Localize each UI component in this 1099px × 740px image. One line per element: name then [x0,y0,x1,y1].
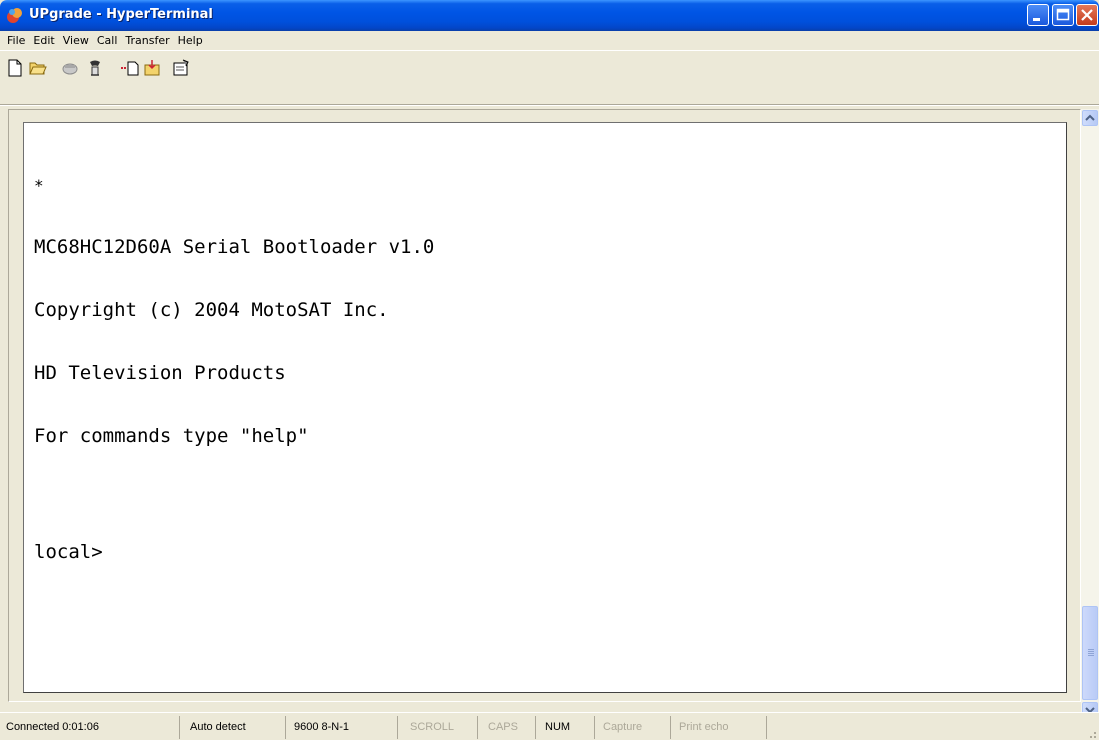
receive-icon[interactable] [143,59,161,77]
status-detect: Auto detect [186,716,286,739]
terminal-line: For commands type "help" [34,425,309,447]
close-button[interactable] [1076,4,1098,26]
terminal-prompt: local> [34,541,103,563]
terminal-line: MC68HC12D60A Serial Bootloader v1.0 [34,236,435,258]
toolbar [0,50,1099,106]
terminal-line: * [34,176,44,195]
maximize-icon [1056,8,1070,21]
menu-transfer[interactable]: Transfer [121,34,173,47]
chevron-up-icon [1085,114,1095,121]
send-icon[interactable] [121,59,139,77]
scroll-thumb[interactable] [1082,606,1098,700]
menu-edit[interactable]: Edit [29,34,58,47]
menu-help[interactable]: Help [174,34,207,47]
status-num: NUM [541,716,595,739]
status-scroll: SCROLL [406,716,478,739]
status-capture: Capture [599,716,671,739]
grip-line [1088,651,1094,652]
grip-line [1088,655,1094,656]
scroll-up-button[interactable] [1082,110,1098,126]
toolbar-separator [0,104,1099,106]
open-icon[interactable] [29,59,47,77]
menu-call[interactable]: Call [93,34,122,47]
terminal-line: HD Television Products [34,362,286,384]
terminal-line: Copyright (c) 2004 MotoSAT Inc. [34,299,389,321]
status-settings: 9600 8-N-1 [290,716,398,739]
disconnect-icon[interactable] [61,59,79,77]
terminal-screen[interactable]: * MC68HC12D60A Serial Bootloader v1.0 Co… [23,122,1067,693]
resize-grip-icon[interactable] [1085,727,1097,739]
connect-icon[interactable] [86,59,104,77]
new-icon[interactable] [6,59,24,77]
hyperterminal-icon [7,8,22,23]
menu-view[interactable]: View [59,34,93,47]
window-title: UPgrade - HyperTerminal [29,7,213,22]
status-caps: CAPS [484,716,536,739]
properties-icon[interactable] [172,59,190,77]
status-connected: Connected 0:01:06 [2,716,180,739]
grip-line [1088,653,1094,654]
vertical-scrollbar[interactable] [1081,109,1099,720]
menu-file[interactable]: File [3,34,29,47]
maximize-button[interactable] [1052,4,1074,26]
close-icon [1081,9,1093,21]
minimize-icon [1033,18,1040,21]
terminal-output: * MC68HC12D60A Serial Bootloader v1.0 Co… [34,135,434,605]
title-bar[interactable]: UPgrade - HyperTerminal [0,0,1099,31]
status-bar: Connected 0:01:06 Auto detect 9600 8-N-1… [0,712,1099,740]
status-print-echo: Print echo [675,716,767,739]
minimize-button[interactable] [1027,4,1049,26]
grip-line [1088,649,1094,650]
menu-bar: File Edit View Call Transfer Help [0,31,1099,50]
